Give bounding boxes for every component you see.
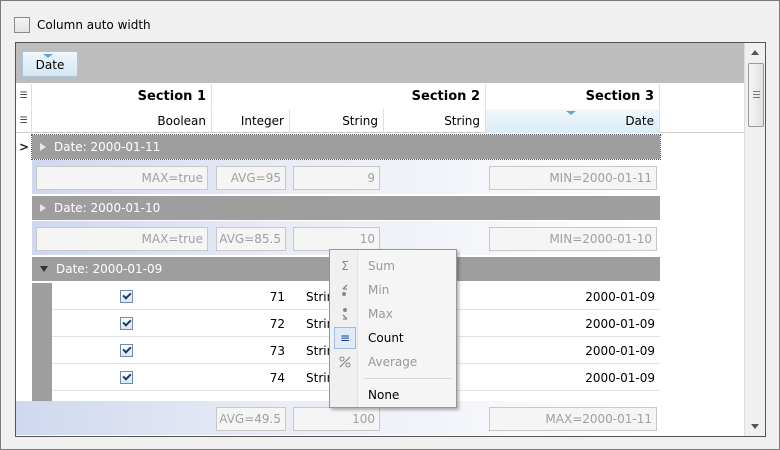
cell-integer[interactable]: 73 bbox=[212, 337, 290, 364]
group-row-2000-01-10[interactable]: Date: 2000-01-10 bbox=[32, 196, 660, 220]
band-header-row: ☰ Section 1 Section 2 Section 3 bbox=[16, 84, 744, 108]
column-header-string[interactable]: String bbox=[290, 109, 384, 133]
menu-item-min[interactable]: Min bbox=[332, 278, 454, 302]
sum-icon: Σ bbox=[341, 259, 349, 273]
band-section-3[interactable]: Section 3 bbox=[486, 84, 660, 108]
footer-summary-date[interactable]: MAX=2000-01-11 bbox=[489, 407, 657, 431]
current-row-indicator-icon: > bbox=[19, 140, 30, 154]
group-indent-bar bbox=[32, 283, 52, 403]
summary-string[interactable]: 10 bbox=[293, 227, 380, 251]
scrollbar-thumb[interactable] bbox=[748, 63, 764, 127]
column-auto-width-label: Column auto width bbox=[37, 18, 151, 32]
summary-date[interactable]: MIN=2000-01-10 bbox=[489, 227, 657, 251]
column-header-string-2[interactable]: String bbox=[384, 109, 486, 133]
menu-item-average[interactable]: Average bbox=[332, 350, 454, 374]
summary-string[interactable]: 9 bbox=[293, 166, 380, 190]
scroll-down-icon[interactable] bbox=[751, 424, 759, 429]
summary-integer[interactable]: AVG=85.5 bbox=[216, 227, 286, 251]
scroll-up-icon[interactable] bbox=[751, 50, 759, 55]
summary-boolean[interactable]: MAX=true bbox=[36, 166, 208, 190]
summary-context-menu: Σ Sum Min Max ≡ Count Average None bbox=[329, 249, 457, 408]
group-summary-row: MAX=true AVG=95 9 MIN=2000-01-11 bbox=[32, 160, 660, 194]
column-header-boolean[interactable]: Boolean bbox=[32, 109, 212, 133]
vertical-scrollbar[interactable] bbox=[744, 43, 765, 436]
band-section-1[interactable]: Section 1 bbox=[32, 84, 212, 108]
column-auto-width-option[interactable]: Column auto width bbox=[14, 16, 151, 34]
max-icon bbox=[334, 303, 356, 325]
footer-summary-integer[interactable]: AVG=49.5 bbox=[216, 407, 286, 431]
min-icon bbox=[334, 279, 356, 301]
menu-separator bbox=[364, 378, 452, 379]
group-row-2000-01-11[interactable]: Date: 2000-01-11 bbox=[31, 134, 661, 160]
footer-summary-string[interactable]: 100 bbox=[293, 407, 380, 431]
grid-demo-window: Column auto width Date ☰ Section 1 Secti… bbox=[0, 0, 780, 450]
cell-date[interactable]: 2000-01-09 bbox=[486, 283, 660, 310]
column-header-row: ☰ Boolean Integer String String Date bbox=[16, 109, 744, 133]
menu-item-sum[interactable]: Σ Sum bbox=[332, 254, 454, 278]
cell-date[interactable]: 2000-01-09 bbox=[486, 310, 660, 337]
menu-item-max[interactable]: Max bbox=[332, 302, 454, 326]
cell-integer[interactable]: 71 bbox=[212, 283, 290, 310]
column-header-date[interactable]: Date bbox=[486, 109, 660, 133]
expand-icon[interactable] bbox=[40, 204, 46, 212]
menu-item-none[interactable]: None bbox=[332, 383, 454, 407]
sort-desc-icon bbox=[566, 111, 576, 115]
cell-integer[interactable]: 72 bbox=[212, 310, 290, 337]
collapse-icon[interactable] bbox=[40, 266, 48, 272]
group-by-panel: Date bbox=[16, 43, 744, 83]
cell-date[interactable]: 2000-01-09 bbox=[486, 337, 660, 364]
cell-integer[interactable]: 74 bbox=[212, 364, 290, 391]
sort-desc-icon bbox=[43, 54, 53, 58]
boolean-checkbox[interactable] bbox=[120, 290, 133, 303]
column-chooser-icon[interactable]: ☰ bbox=[16, 109, 32, 133]
band-section-2[interactable]: Section 2 bbox=[212, 84, 486, 108]
summary-date[interactable]: MIN=2000-01-11 bbox=[489, 166, 657, 190]
column-header-integer[interactable]: Integer bbox=[212, 109, 290, 133]
group-chip-date[interactable]: Date bbox=[22, 51, 78, 77]
summary-integer[interactable]: AVG=95 bbox=[216, 166, 286, 190]
boolean-checkbox[interactable] bbox=[120, 371, 133, 384]
column-chooser-icon[interactable]: ☰ bbox=[16, 84, 32, 108]
boolean-checkbox[interactable] bbox=[120, 344, 133, 357]
cell-date[interactable]: 2000-01-09 bbox=[486, 364, 660, 391]
blank-icon bbox=[334, 384, 356, 406]
count-icon: ≡ bbox=[334, 327, 356, 349]
expand-icon[interactable] bbox=[40, 143, 46, 151]
menu-item-count[interactable]: ≡ Count bbox=[332, 326, 454, 350]
summary-boolean[interactable]: MAX=true bbox=[36, 227, 208, 251]
average-icon bbox=[334, 351, 356, 373]
boolean-checkbox[interactable] bbox=[120, 317, 133, 330]
column-auto-width-checkbox[interactable] bbox=[14, 17, 30, 33]
